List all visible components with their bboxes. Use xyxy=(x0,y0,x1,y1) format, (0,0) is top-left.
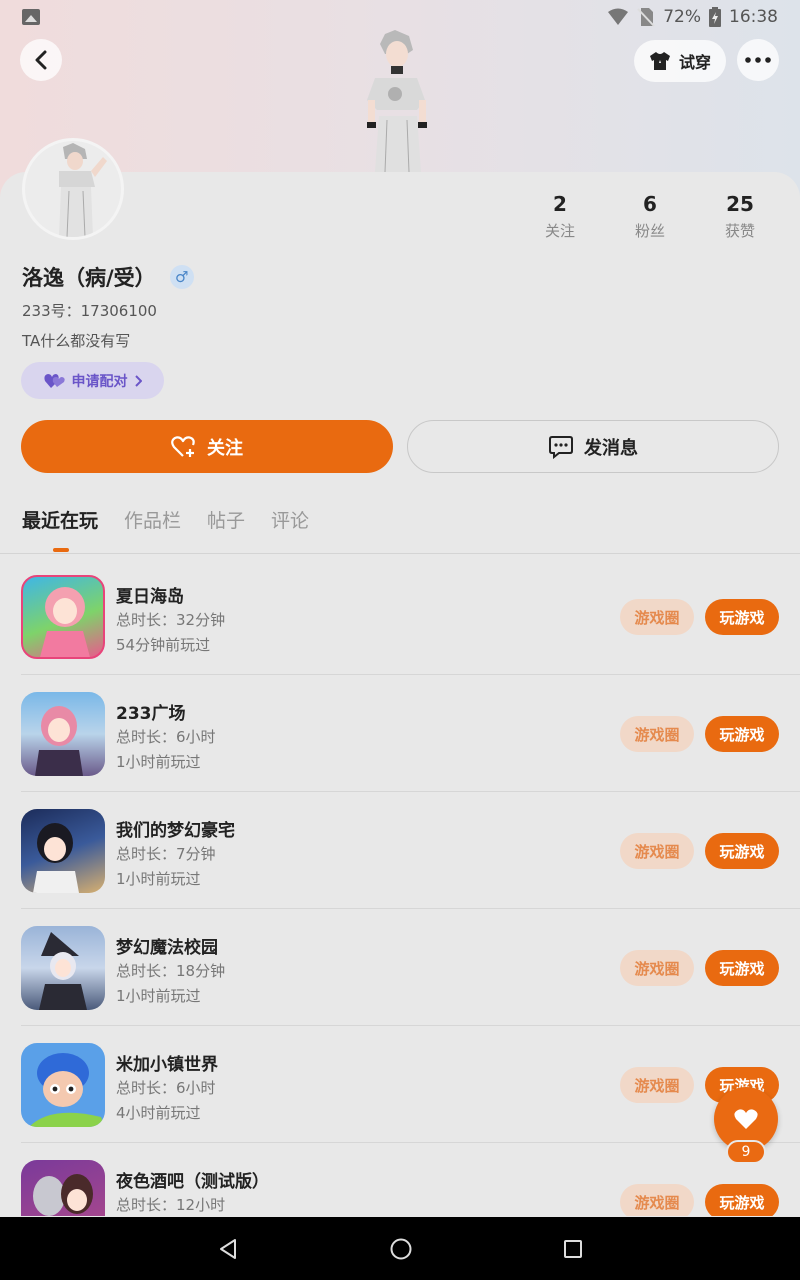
status-bar: 72% 16:38 xyxy=(0,0,800,34)
game-circle-button[interactable]: 游戏圈 xyxy=(620,599,694,635)
game-circle-button[interactable]: 游戏圈 xyxy=(620,716,694,752)
more-button[interactable] xyxy=(737,39,779,81)
game-circle-button[interactable]: 游戏圈 xyxy=(620,950,694,986)
recent-games-list: 夏日海岛 总时长：32分钟 54分钟前玩过 游戏圈 玩游戏 233广场 总时长：… xyxy=(0,558,800,1216)
game-duration: 总时长：18分钟 xyxy=(116,962,226,980)
try-on-label: 试穿 xyxy=(678,53,711,72)
user-id: 233号：17306100 xyxy=(22,302,157,320)
profile-stats: 2 关注 6 粉丝 25 获赞 xyxy=(520,192,780,241)
game-duration: 总时长：6小时 xyxy=(116,1079,216,1097)
tab-recently-played[interactable]: 最近在玩 xyxy=(22,506,98,533)
game-title: 我们的梦幻豪宅 xyxy=(116,821,235,841)
user-bio: TA什么都没有写 xyxy=(22,332,131,350)
male-gender-icon: ♂ xyxy=(169,265,194,289)
stat-value: 2 xyxy=(553,192,567,216)
game-duration: 总时长：32分钟 xyxy=(116,611,226,629)
avatar[interactable] xyxy=(22,138,124,240)
game-duration: 总时长：7分钟 xyxy=(116,845,216,863)
stat-value: 6 xyxy=(643,192,657,216)
game-circle-button[interactable]: 游戏圈 xyxy=(620,833,694,869)
battery-percent: 72% xyxy=(663,7,701,27)
clock: 16:38 xyxy=(729,7,778,27)
gallery-notification-icon xyxy=(22,9,40,25)
game-last-played: 54分钟前玩过 xyxy=(116,636,211,654)
game-last-played: 4小时前玩过 xyxy=(116,1104,201,1122)
send-message-button[interactable]: 发消息 xyxy=(407,420,779,473)
nav-back-icon[interactable] xyxy=(217,1238,239,1260)
chevron-right-icon xyxy=(134,374,142,387)
system-nav-bar xyxy=(0,1217,800,1280)
game-circle-button[interactable]: 游戏圈 xyxy=(620,1184,694,1216)
magic-school-icon xyxy=(21,926,105,1010)
followers-stat[interactable]: 6 粉丝 xyxy=(610,192,690,241)
game-last-played: 1小时前玩过 xyxy=(116,753,201,771)
dream-mansion-icon xyxy=(21,809,105,893)
tab-works[interactable]: 作品栏 xyxy=(124,506,181,533)
list-item[interactable]: 米加小镇世界 总时长：6小时 4小时前玩过 游戏圈 玩游戏 xyxy=(21,1026,800,1143)
stat-label: 关注 xyxy=(544,222,575,240)
double-heart-icon xyxy=(43,373,65,388)
back-button[interactable] xyxy=(20,39,62,81)
character-figure xyxy=(367,30,427,172)
heart-plus-icon xyxy=(171,435,195,457)
name-row: 洛逸（病/受） ♂ xyxy=(22,262,194,292)
like-count-badge: 9 xyxy=(726,1140,766,1164)
game-duration: 总时长：6小时 xyxy=(116,728,216,746)
try-on-button[interactable]: 试穿 xyxy=(634,40,726,82)
game-duration: 总时长：12小时 xyxy=(116,1196,226,1214)
wifi-icon xyxy=(608,8,629,25)
night-bar-icon xyxy=(21,1160,105,1216)
play-game-button[interactable]: 玩游戏 xyxy=(705,833,779,869)
profile-tabs: 最近在玩 作品栏 帖子 评论 xyxy=(22,506,309,533)
likes-stat[interactable]: 25 获赞 xyxy=(700,192,780,241)
stat-value: 25 xyxy=(726,192,754,216)
nav-recents-icon[interactable] xyxy=(563,1239,583,1259)
no-sim-icon xyxy=(637,8,655,27)
chevron-left-icon xyxy=(35,50,47,70)
request-pair-button[interactable]: 申请配对 xyxy=(21,362,164,399)
game-title: 233广场 xyxy=(116,704,186,724)
game-title: 夜色酒吧（测试版） xyxy=(116,1172,269,1192)
nav-home-icon[interactable] xyxy=(389,1237,413,1261)
stat-label: 获赞 xyxy=(724,222,755,240)
more-dots-icon xyxy=(745,57,771,63)
play-game-button[interactable]: 玩游戏 xyxy=(705,716,779,752)
active-tab-indicator xyxy=(53,548,69,552)
tab-posts[interactable]: 帖子 xyxy=(207,506,245,533)
game-last-played: 1小时前玩过 xyxy=(116,870,201,888)
request-pair-label: 申请配对 xyxy=(71,373,128,390)
game-title: 夏日海岛 xyxy=(116,587,184,607)
game-title: 梦幻魔法校园 xyxy=(116,938,218,958)
list-item[interactable]: 233广场 总时长：6小时 1小时前玩过 游戏圈 玩游戏 xyxy=(21,675,800,792)
game-circle-button[interactable]: 游戏圈 xyxy=(620,1067,694,1103)
play-game-button[interactable]: 玩游戏 xyxy=(705,950,779,986)
shirt-icon xyxy=(649,52,670,70)
miga-town-icon xyxy=(21,1043,105,1127)
chat-bubble-icon xyxy=(549,435,573,459)
follow-label: 关注 xyxy=(207,437,243,459)
tab-divider xyxy=(0,553,800,554)
user-name: 洛逸（病/受） xyxy=(22,266,156,290)
game-last-played: 1小时前玩过 xyxy=(116,987,201,1005)
tab-comments[interactable]: 评论 xyxy=(271,506,309,533)
play-game-button[interactable]: 玩游戏 xyxy=(705,1184,779,1216)
list-item[interactable]: 夜色酒吧（测试版） 总时长：12小时 游戏圈 玩游戏 xyxy=(21,1143,800,1216)
avatar-figure xyxy=(59,143,107,237)
stat-label: 粉丝 xyxy=(634,222,665,240)
battery-icon xyxy=(709,7,721,27)
plaza-icon xyxy=(21,692,105,776)
game-title: 米加小镇世界 xyxy=(116,1055,218,1075)
play-game-button[interactable]: 玩游戏 xyxy=(705,599,779,635)
list-item[interactable]: 我们的梦幻豪宅 总时长：7分钟 1小时前玩过 游戏圈 玩游戏 xyxy=(21,792,800,909)
summer-island-icon xyxy=(21,575,105,659)
following-stat[interactable]: 2 关注 xyxy=(520,192,600,241)
send-message-label: 发消息 xyxy=(584,437,638,459)
list-item[interactable]: 夏日海岛 总时长：32分钟 54分钟前玩过 游戏圈 玩游戏 xyxy=(21,558,800,675)
follow-button[interactable]: 关注 xyxy=(21,420,393,473)
heart-icon xyxy=(734,1109,758,1129)
list-item[interactable]: 梦幻魔法校园 总时长：18分钟 1小时前玩过 游戏圈 玩游戏 xyxy=(21,909,800,1026)
